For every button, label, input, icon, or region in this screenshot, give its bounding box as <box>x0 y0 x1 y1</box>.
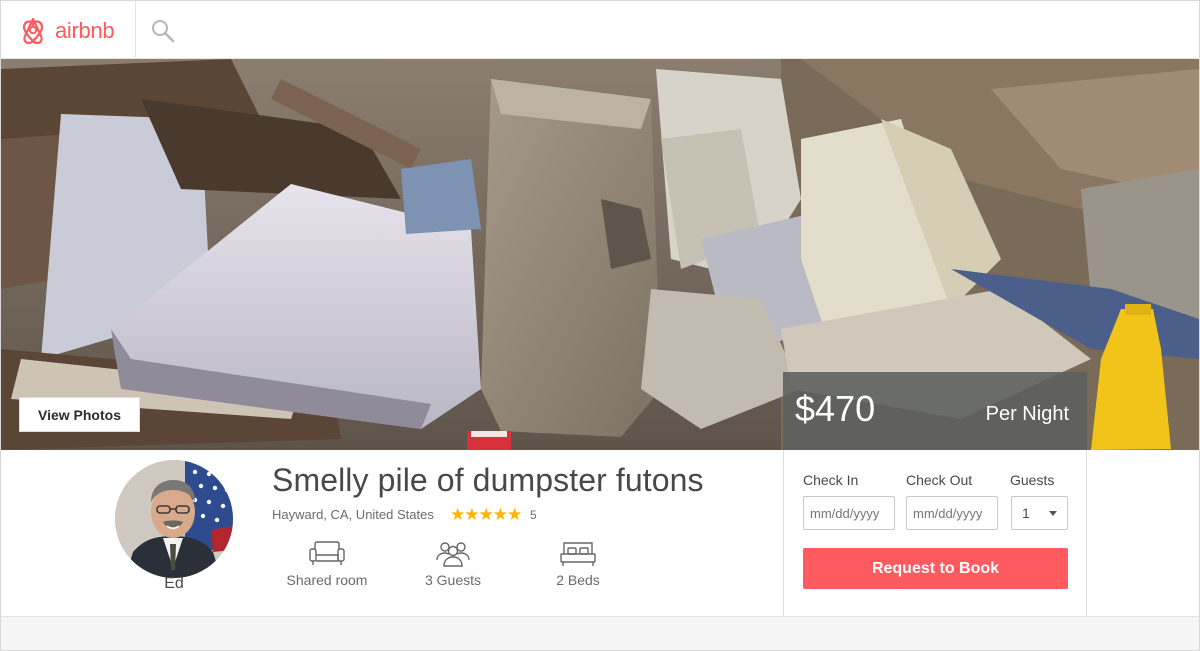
brand-wordmark: airbnb <box>55 18 115 43</box>
guests-select[interactable]: 1 <box>1011 496 1068 530</box>
top-navbar: airbnb <box>1 1 1199 59</box>
host-name[interactable]: Ed <box>115 575 233 593</box>
check-out-input[interactable] <box>906 496 998 530</box>
bed-icon <box>560 542 596 566</box>
amenity-guests: 3 Guests <box>398 540 508 588</box>
price-banner: $470 Per Night <box>783 372 1087 450</box>
rating-stars-icon: ★★★★★ <box>450 505 522 524</box>
request-to-book-button[interactable]: Request to Book <box>803 548 1068 589</box>
search-button[interactable] <box>149 17 177 45</box>
review-count[interactable]: 5 <box>530 508 537 522</box>
check-in-label: Check In <box>803 472 859 488</box>
host-photo-image <box>115 460 233 578</box>
guests-select-value: 1 <box>1022 505 1030 521</box>
content-footer-strip <box>1 616 1199 650</box>
guests-label: Guests <box>1010 472 1055 488</box>
per-night-label: Per Night <box>985 403 1069 425</box>
view-photos-button[interactable]: View Photos <box>19 397 140 432</box>
airbnb-logo[interactable]: airbnb <box>19 15 115 47</box>
header-divider <box>135 1 136 59</box>
listing-title: Smelly pile of dumpster futons <box>272 462 704 498</box>
amenity-label-beds: 2 Beds <box>556 572 600 588</box>
couch-icon <box>309 541 345 565</box>
chevron-down-icon <box>1049 510 1057 516</box>
amenity-beds: 2 Beds <box>523 540 633 588</box>
listing-location[interactable]: Hayward, CA, United States <box>272 507 434 522</box>
amenity-label-guests: 3 Guests <box>424 572 482 588</box>
check-out-label: Check Out <box>906 472 973 488</box>
nightly-price: $470 <box>795 388 876 429</box>
airbnb-belo-icon <box>22 17 44 45</box>
amenity-room-type: Shared room <box>272 540 382 588</box>
host-avatar[interactable] <box>115 460 233 578</box>
booking-panel: Check In Check Out Guests 1 Request to B… <box>783 450 1087 641</box>
amenity-label-room-type: Shared room <box>286 572 368 588</box>
check-in-input[interactable] <box>803 496 895 530</box>
guests-icon <box>436 542 470 567</box>
search-icon <box>152 20 175 43</box>
